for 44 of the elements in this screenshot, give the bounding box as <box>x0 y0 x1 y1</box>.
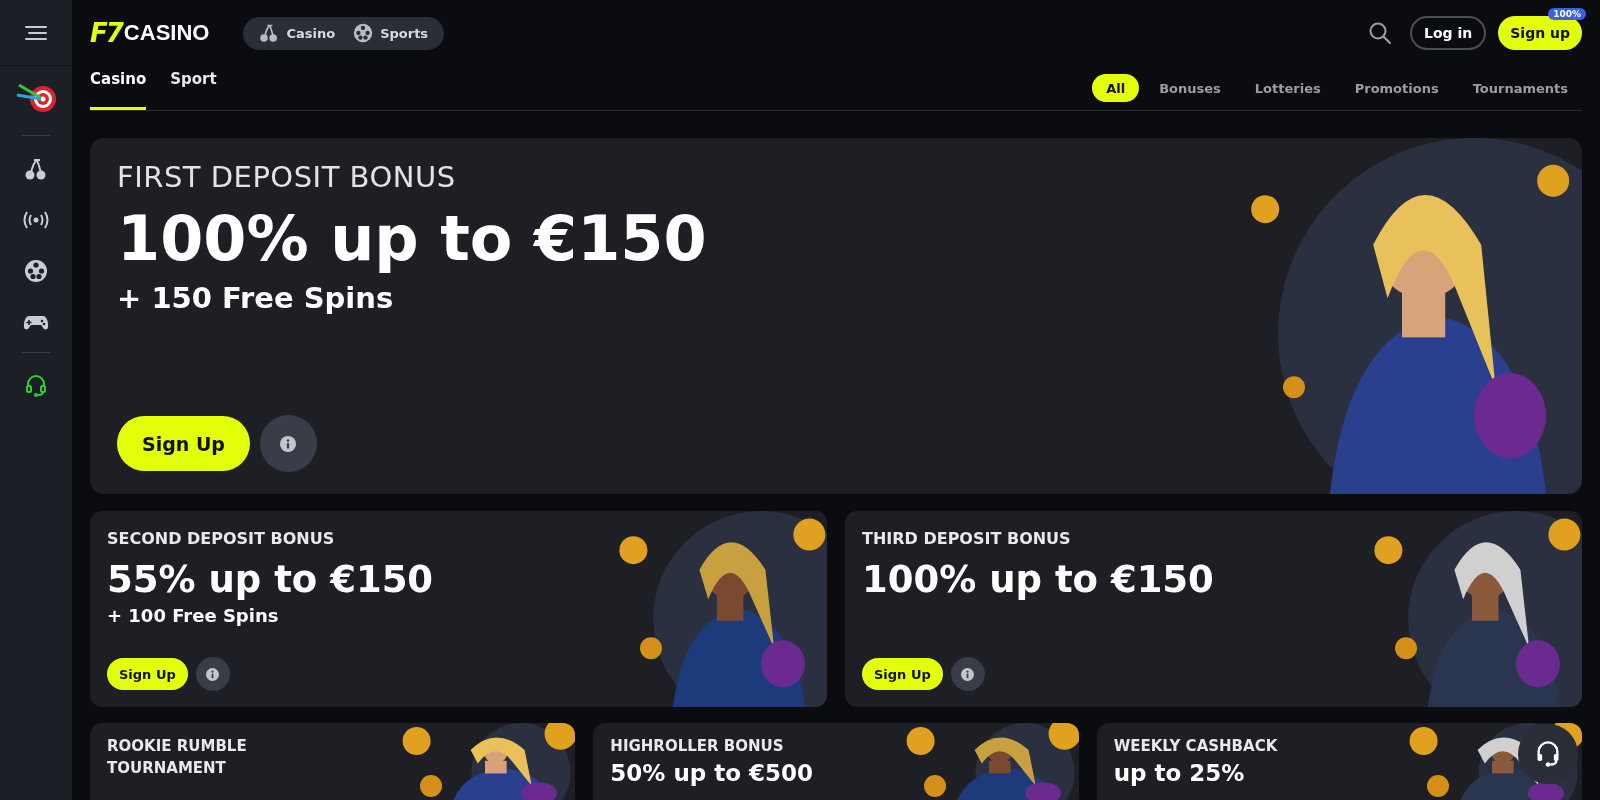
signup-button[interactable]: Sign Up <box>117 416 250 471</box>
signup-button[interactable]: Sign Up <box>107 658 188 690</box>
info-button[interactable] <box>950 657 985 691</box>
dart-target-icon[interactable] <box>15 81 57 115</box>
info-button[interactable] <box>195 657 230 691</box>
promo-title: FIRST DEPOSIT BONUS <box>117 160 457 194</box>
cherry-icon <box>259 23 280 43</box>
promo-title: WEEKLY CASHBACK <box>1113 736 1279 757</box>
promo-extra: + 100 Free Spins <box>107 605 280 626</box>
search-icon[interactable] <box>1368 21 1393 45</box>
filter-chip[interactable]: Promotions <box>1340 74 1453 102</box>
logo-text[interactable]: CASINO <box>123 20 210 46</box>
section-button[interactable]: Sports <box>345 16 437 50</box>
headset-icon[interactable] <box>25 374 47 398</box>
signup-button[interactable]: Sign Up <box>862 658 943 690</box>
broadcast-icon[interactable] <box>23 210 49 230</box>
signup-button[interactable]: Sign up <box>1498 16 1582 50</box>
promo-extra: + 150 Free Spins <box>117 281 395 315</box>
login-button[interactable]: Log in <box>1410 16 1487 50</box>
filter-chip[interactable]: Bonuses <box>1145 74 1235 102</box>
soccer-ball-icon[interactable] <box>24 259 48 283</box>
tab[interactable]: Casino <box>90 66 147 110</box>
info-icon <box>206 667 220 681</box>
promo-amount: 100% up to €150 <box>117 202 708 275</box>
promo-amount: 55% up to €150 <box>107 558 435 601</box>
promo-title: HIGHROLLER BONUS <box>610 736 785 757</box>
bonus-badge: 100% <box>1548 8 1586 20</box>
promo-title: THIRD DEPOSIT BONUS <box>862 529 1072 548</box>
cherry-icon[interactable] <box>24 157 48 181</box>
info-icon <box>961 667 975 681</box>
promo-title: SECOND DEPOSIT BONUS <box>107 529 336 548</box>
filter-chip[interactable]: All <box>1092 74 1140 102</box>
promo-title: ROOKIE RUMBLE TOURNAMENT <box>107 736 248 779</box>
logo-mark[interactable]: F7 <box>90 18 122 48</box>
tab[interactable]: Sport <box>170 66 217 110</box>
promo-amount: 50% up to €500 <box>610 759 815 787</box>
promo-amount: up to 25% <box>1113 759 1246 787</box>
soccer-ball-icon <box>353 23 374 43</box>
filter-chip[interactable]: Tournaments <box>1458 74 1582 102</box>
filter-chip[interactable]: Lotteries <box>1240 74 1335 102</box>
headset-icon <box>1535 740 1561 768</box>
promo-amount: 100% up to €150 <box>862 558 1215 601</box>
info-icon <box>280 435 297 452</box>
section-button[interactable]: Casino <box>251 16 344 50</box>
